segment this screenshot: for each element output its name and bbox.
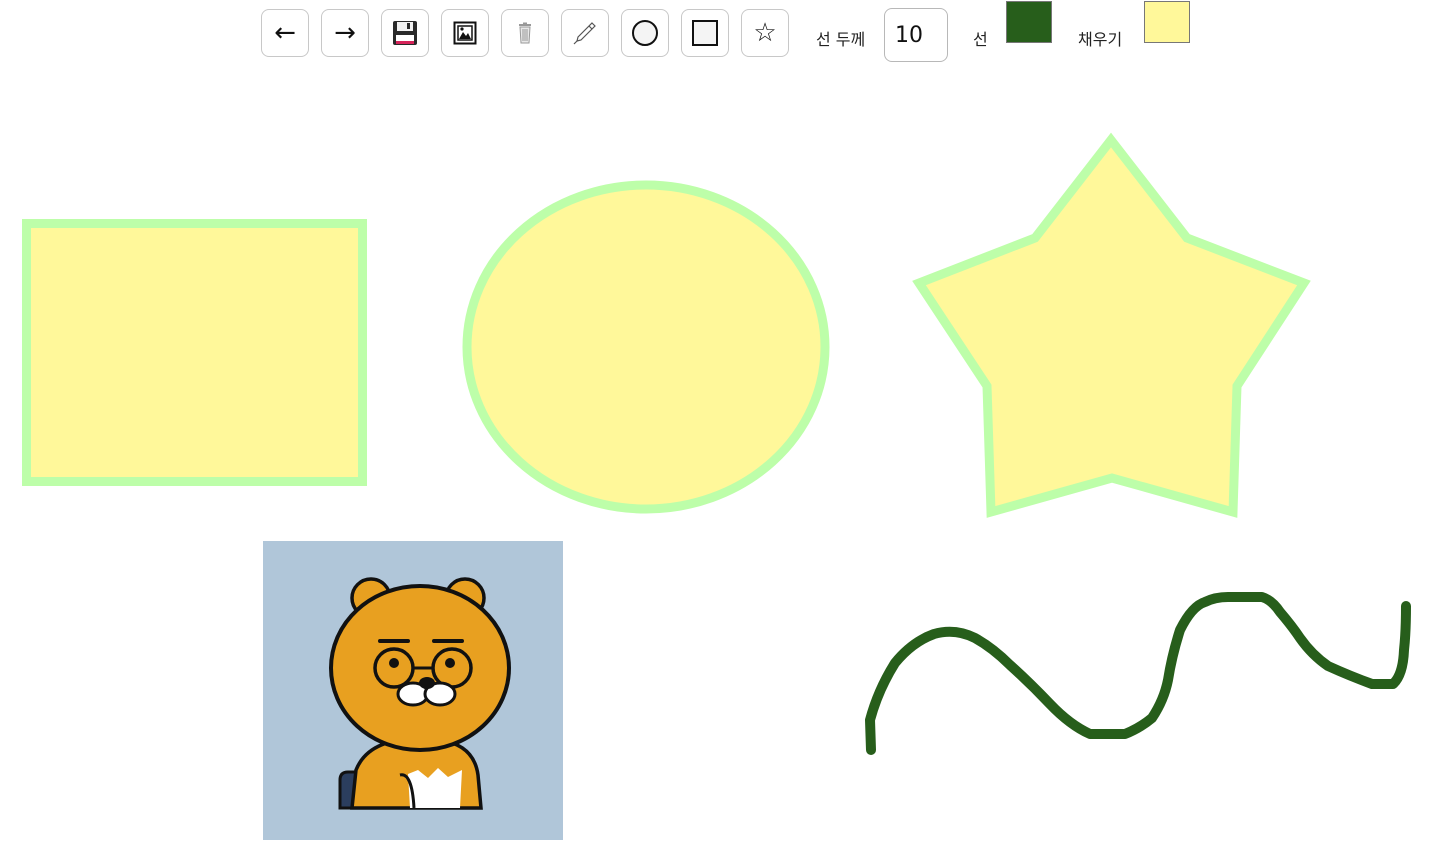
stroke-color-picker[interactable]: [1006, 1, 1052, 43]
star-icon: ☆: [753, 18, 777, 48]
star-tool-button[interactable]: ☆: [741, 9, 789, 57]
fill-color-picker[interactable]: [1144, 1, 1190, 43]
stroke-color-label: 선: [973, 30, 988, 49]
picture-frame-icon: [453, 21, 477, 45]
save-button[interactable]: [381, 9, 429, 57]
rectangle-tool-button[interactable]: [681, 9, 729, 57]
circle-icon: [632, 20, 658, 46]
fill-color-label: 채우기: [1078, 30, 1123, 49]
drawing-canvas[interactable]: [0, 70, 1440, 866]
trash-can-icon: [519, 22, 531, 44]
rectangle-shape[interactable]: [22, 219, 367, 486]
line-width-label: 선 두께: [816, 30, 866, 49]
square-icon: [692, 20, 718, 46]
freehand-line[interactable]: [865, 592, 1411, 755]
redo-button[interactable]: →: [321, 9, 369, 57]
ellipse-shape[interactable]: [462, 180, 830, 514]
star-shape[interactable]: [912, 132, 1311, 518]
redo-arrow-icon: →: [334, 18, 356, 48]
undo-arrow-icon: ←: [274, 18, 296, 48]
floppy-disk-icon: [393, 21, 417, 45]
undo-button[interactable]: ←: [261, 9, 309, 57]
pen-icon: [573, 22, 596, 45]
insert-image-button[interactable]: [441, 9, 489, 57]
clear-button[interactable]: [501, 9, 549, 57]
toolbar: ← → ☆ 선 두께 10 선 채우기: [0, 0, 1440, 70]
pen-tool-button[interactable]: [561, 9, 609, 57]
circle-tool-button[interactable]: [621, 9, 669, 57]
line-width-input[interactable]: [884, 8, 948, 62]
bear-character-image[interactable]: [263, 541, 563, 840]
